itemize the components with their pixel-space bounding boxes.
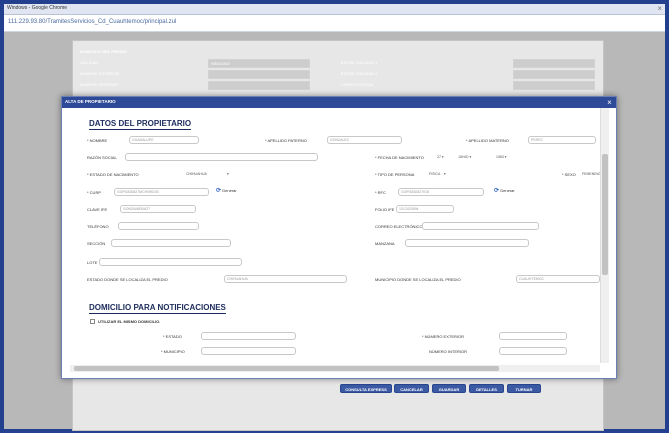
nombre-label: * NOMBRE — [87, 138, 108, 143]
entre-2-label: ENTRE VIALIDAD 2 — [341, 71, 378, 76]
year-select[interactable]: 1983 ▾ — [496, 155, 507, 159]
razon-social-input[interactable] — [125, 153, 318, 161]
address-bar[interactable]: 111.229.93.80/TramitesServicios_Cd_Cuauh… — [4, 15, 665, 32]
notif-section-title: DOMICILIO PARA NOTIFICACIONES — [89, 303, 226, 314]
municipio-predio-input[interactable]: CUAUHTEMOC — [516, 275, 600, 283]
consulta-express-button[interactable]: CONSULTA EXPRESS — [340, 384, 392, 393]
detalles-button[interactable]: DETALLES — [469, 384, 504, 393]
curp-input[interactable]: GOPG830627MCHNRD03 — [114, 188, 209, 196]
correo-input[interactable] — [422, 222, 539, 230]
modal-title: ALTA DE PROPIETARIO — [65, 99, 116, 104]
folio-ife-label: FOLIO IFE — [375, 207, 395, 212]
manzana-input[interactable] — [405, 239, 529, 247]
same-address-checkbox[interactable] — [90, 319, 95, 324]
notif-num-ext-label: * NÚMERO EXTERIOR — [422, 334, 465, 339]
owner-section-title: DATOS DEL PROPIETARIO — [89, 119, 192, 130]
entre-1-label: ENTRE VIALIDAD 1 — [341, 60, 378, 65]
window-title-bar: Windows - Google Chrome × — [4, 4, 665, 15]
month-select[interactable]: JUNIO ▾ — [458, 155, 471, 159]
day-select[interactable]: 27 ▾ — [437, 155, 444, 159]
sexo-label: * SEXO — [562, 172, 576, 177]
notif-estado-label: * ESTADO — [163, 334, 182, 339]
guardar-button[interactable]: GUARDAR — [432, 384, 466, 393]
tipo-persona-label: * TIPO DE PERSONA — [375, 172, 415, 177]
notif-num-int-input[interactable] — [499, 347, 567, 355]
estado-predio-label: ESTADO DONDE SE LOCALIZA EL PREDIO — [87, 277, 168, 282]
manzana-label: MANZANA — [375, 241, 395, 246]
estado-nacimiento-select[interactable]: CHIHUAHUA ▾ — [186, 172, 229, 176]
curp-generate-button[interactable]: ⟳Generar — [216, 187, 237, 194]
lote-label: LOTE — [87, 260, 98, 265]
notif-municipio-label: * MUNICIPIO — [161, 349, 185, 354]
tipo-persona-select[interactable]: FISICA ▾ — [429, 172, 446, 176]
num-ext-label: NUMERO EXTERIOR — [80, 71, 120, 76]
entre-1-field[interactable] — [513, 59, 595, 68]
refresh-icon: ⟳ — [216, 188, 222, 194]
nombre-input[interactable]: GUADALUPE — [129, 136, 199, 144]
estado-nacimiento-label: * ESTADO DE NACIMIENTO — [87, 172, 139, 177]
cp-field[interactable] — [513, 81, 595, 90]
num-int-label: NUMERO INTERIOR — [80, 82, 118, 87]
rfc-input[interactable]: GOPG830627IG8 — [398, 188, 484, 196]
modal-close-icon[interactable]: × — [605, 98, 614, 107]
notif-municipio-input[interactable] — [201, 347, 296, 355]
rfc-label: * RFC — [375, 190, 386, 195]
notif-estado-input[interactable] — [201, 332, 296, 340]
curp-label: * CURP — [87, 190, 102, 195]
notif-num-int-label: NÚMERO INTERIOR — [429, 349, 467, 354]
apellido-materno-input[interactable]: PEREZ — [528, 136, 596, 144]
turnar-button[interactable]: TURNAR — [507, 384, 541, 393]
window-title: Windows - Google Chrome — [7, 5, 68, 11]
owner-modal: ALTA DE PROPIETARIO × DATOS DEL PROPIETA… — [61, 96, 617, 379]
horizontal-scroll-thumb[interactable] — [74, 366, 499, 371]
predio-section-title: DOMICILIO DEL PREDIO — [80, 49, 127, 54]
estado-predio-input[interactable]: CHIHUAHUA — [224, 275, 347, 283]
vertical-scroll-thumb[interactable] — [602, 154, 608, 275]
seccion-input[interactable] — [111, 239, 231, 247]
modal-body: DATOS DEL PROPIETARIO * NOMBRE GUADALUPE… — [62, 108, 616, 378]
modal-horizontal-scrollbar[interactable] — [70, 365, 600, 372]
modal-header: ALTA DE PROPIETARIO × — [62, 97, 616, 108]
same-address-label: UTILIZAR EL MISMO DOMICILIO. — [98, 319, 161, 324]
modal-vertical-scrollbar[interactable] — [600, 108, 609, 363]
apellido-paterno-input[interactable]: GONZALEZ — [327, 136, 402, 144]
refresh-icon: ⟳ — [494, 188, 500, 194]
vialidad-field[interactable]: NINGUNO — [208, 59, 310, 68]
seccion-label: SECCIÓN — [87, 241, 106, 246]
lote-input[interactable] — [99, 258, 242, 266]
cancelar-button[interactable]: CANCELAR — [394, 384, 429, 393]
apellido-paterno-label: * APELLIDO PATERNO — [265, 138, 307, 143]
notif-num-ext-input[interactable] — [499, 332, 567, 340]
cp-label: CÓDIGO POSTAL — [341, 82, 374, 87]
razon-social-label: RAZÓN SOCIAL — [87, 155, 117, 160]
municipio-predio-label: MUNICIPIO DONDE SE LOCALIZA EL PREDIO — [375, 277, 461, 282]
apellido-materno-label: * APELLIDO MATERNO — [466, 138, 509, 143]
sexo-select[interactable]: FEMENINO — [582, 172, 600, 176]
clave-ife-input[interactable]: GONZAM830627 — [120, 205, 196, 213]
correo-label: CORREO ELECTRÓNICO — [375, 224, 423, 229]
num-int-field[interactable] — [208, 81, 310, 90]
clave-ife-label: CLAVE IFE — [87, 207, 108, 212]
rfc-generate-button[interactable]: ⟳Generar — [494, 187, 515, 194]
close-window-icon[interactable]: × — [657, 4, 662, 13]
folio-ife-input[interactable]: 1212423594 — [396, 205, 454, 213]
entre-2-field[interactable] — [513, 70, 595, 79]
vialidad-label: VIALIDAD — [80, 60, 99, 65]
telefono-input[interactable] — [118, 222, 199, 230]
telefono-label: TELÉFONO — [87, 224, 109, 229]
fecha-nacimiento-label: * FECHA DE NACIMIENTO — [375, 155, 424, 160]
vialidad-value: NINGUNO — [211, 61, 230, 66]
address-url[interactable]: 111.229.93.80/TramitesServicios_Cd_Cuauh… — [8, 19, 176, 25]
num-ext-field[interactable] — [208, 70, 310, 79]
